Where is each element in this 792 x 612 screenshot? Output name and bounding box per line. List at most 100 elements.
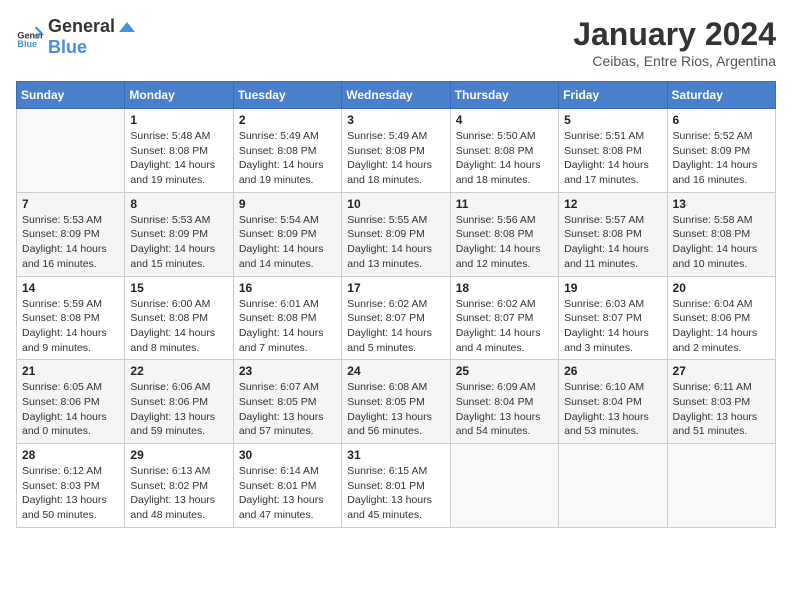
day-info: Sunrise: 6:01 AMSunset: 8:08 PMDaylight:… — [239, 297, 336, 356]
day-info: Sunrise: 6:02 AMSunset: 8:07 PMDaylight:… — [456, 297, 553, 356]
calendar-cell — [667, 444, 775, 528]
day-info: Sunrise: 6:13 AMSunset: 8:02 PMDaylight:… — [130, 464, 227, 523]
title-block: January 2024 Ceibas, Entre Rios, Argenti… — [573, 16, 776, 69]
day-info: Sunrise: 5:52 AMSunset: 8:09 PMDaylight:… — [673, 129, 770, 188]
day-info: Sunrise: 5:48 AMSunset: 8:08 PMDaylight:… — [130, 129, 227, 188]
day-number: 9 — [239, 197, 336, 211]
day-number: 25 — [456, 364, 553, 378]
day-info: Sunrise: 5:53 AMSunset: 8:09 PMDaylight:… — [130, 213, 227, 272]
calendar-cell: 13 Sunrise: 5:58 AMSunset: 8:08 PMDayligh… — [667, 192, 775, 276]
day-info: Sunrise: 5:55 AMSunset: 8:09 PMDaylight:… — [347, 213, 444, 272]
calendar-header-row: SundayMondayTuesdayWednesdayThursdayFrid… — [17, 82, 776, 109]
day-number: 20 — [673, 281, 770, 295]
day-header-friday: Friday — [559, 82, 667, 109]
calendar-cell: 29 Sunrise: 6:13 AMSunset: 8:02 PMDayligh… — [125, 444, 233, 528]
calendar-week-row: 21Sunrise: 6:05 AMSunset: 8:06 PMDayligh… — [17, 360, 776, 444]
calendar-cell: 19 Sunrise: 6:03 AMSunset: 8:07 PMDayligh… — [559, 276, 667, 360]
calendar-cell: 15Sunrise: 6:00 AMSunset: 8:08 PMDayligh… — [125, 276, 233, 360]
calendar-week-row: 28 Sunrise: 6:12 AMSunset: 8:03 PMDayligh… — [17, 444, 776, 528]
day-info: Sunrise: 5:54 AMSunset: 8:09 PMDaylight:… — [239, 213, 336, 272]
calendar-cell: 9 Sunrise: 5:54 AMSunset: 8:09 PMDaylight… — [233, 192, 341, 276]
day-number: 3 — [347, 113, 444, 127]
day-info: Sunrise: 6:09 AMSunset: 8:04 PMDaylight:… — [456, 380, 553, 439]
day-info: Sunrise: 5:58 AMSunset: 8:08 PMDaylight:… — [673, 213, 770, 272]
calendar-cell: 5Sunrise: 5:51 AMSunset: 8:08 PMDaylight… — [559, 109, 667, 193]
calendar-cell: 10 Sunrise: 5:55 AMSunset: 8:09 PMDayligh… — [342, 192, 450, 276]
day-number: 19 — [564, 281, 661, 295]
day-number: 30 — [239, 448, 336, 462]
day-number: 8 — [130, 197, 227, 211]
calendar-cell: 8 Sunrise: 5:53 AMSunset: 8:09 PMDaylight… — [125, 192, 233, 276]
calendar-cell: 1 Sunrise: 5:48 AMSunset: 8:08 PMDaylight… — [125, 109, 233, 193]
day-info: Sunrise: 5:59 AMSunset: 8:08 PMDaylight:… — [22, 297, 119, 356]
main-title: January 2024 — [573, 16, 776, 53]
day-info: Sunrise: 6:03 AMSunset: 8:07 PMDaylight:… — [564, 297, 661, 356]
calendar-cell: 23 Sunrise: 6:07 AMSunset: 8:05 PMDayligh… — [233, 360, 341, 444]
day-number: 31 — [347, 448, 444, 462]
day-number: 1 — [130, 113, 227, 127]
day-number: 2 — [239, 113, 336, 127]
day-header-saturday: Saturday — [667, 82, 775, 109]
calendar-cell — [450, 444, 558, 528]
calendar-cell — [559, 444, 667, 528]
calendar-cell: 16 Sunrise: 6:01 AMSunset: 8:08 PMDayligh… — [233, 276, 341, 360]
calendar-cell: 11 Sunrise: 5:56 AMSunset: 8:08 PMDayligh… — [450, 192, 558, 276]
day-number: 29 — [130, 448, 227, 462]
day-number: 26 — [564, 364, 661, 378]
day-number: 23 — [239, 364, 336, 378]
day-number: 11 — [456, 197, 553, 211]
day-number: 17 — [347, 281, 444, 295]
calendar-table: SundayMondayTuesdayWednesdayThursdayFrid… — [16, 81, 776, 528]
logo-icon: General Blue — [16, 23, 44, 51]
day-number: 24 — [347, 364, 444, 378]
day-info: Sunrise: 5:49 AMSunset: 8:08 PMDaylight:… — [239, 129, 336, 188]
day-info: Sunrise: 5:51 AMSunset: 8:08 PMDaylight:… — [564, 129, 661, 188]
calendar-cell: 14 Sunrise: 5:59 AMSunset: 8:08 PMDayligh… — [17, 276, 125, 360]
day-header-monday: Monday — [125, 82, 233, 109]
day-info: Sunrise: 6:15 AMSunset: 8:01 PMDaylight:… — [347, 464, 444, 523]
day-number: 22 — [130, 364, 227, 378]
calendar-cell: 26 Sunrise: 6:10 AMSunset: 8:04 PMDayligh… — [559, 360, 667, 444]
day-number: 28 — [22, 448, 119, 462]
calendar-cell: 25 Sunrise: 6:09 AMSunset: 8:04 PMDayligh… — [450, 360, 558, 444]
logo-general: General — [48, 16, 115, 37]
calendar-cell: 30Sunrise: 6:14 AMSunset: 8:01 PMDayligh… — [233, 444, 341, 528]
day-info: Sunrise: 6:04 AMSunset: 8:06 PMDaylight:… — [673, 297, 770, 356]
calendar-cell: 3 Sunrise: 5:49 AMSunset: 8:08 PMDaylight… — [342, 109, 450, 193]
calendar-cell: 18 Sunrise: 6:02 AMSunset: 8:07 PMDayligh… — [450, 276, 558, 360]
page-header: General Blue General Blue January 2024 C… — [16, 16, 776, 69]
day-header-thursday: Thursday — [450, 82, 558, 109]
day-info: Sunrise: 5:49 AMSunset: 8:08 PMDaylight:… — [347, 129, 444, 188]
day-info: Sunrise: 6:10 AMSunset: 8:04 PMDaylight:… — [564, 380, 661, 439]
calendar-cell: 17 Sunrise: 6:02 AMSunset: 8:07 PMDayligh… — [342, 276, 450, 360]
day-info: Sunrise: 6:12 AMSunset: 8:03 PMDaylight:… — [22, 464, 119, 523]
day-number: 14 — [22, 281, 119, 295]
day-info: Sunrise: 6:02 AMSunset: 8:07 PMDaylight:… — [347, 297, 444, 356]
day-info: Sunrise: 5:57 AMSunset: 8:08 PMDaylight:… — [564, 213, 661, 272]
day-number: 10 — [347, 197, 444, 211]
day-number: 21 — [22, 364, 119, 378]
day-number: 15 — [130, 281, 227, 295]
day-info: Sunrise: 5:56 AMSunset: 8:08 PMDaylight:… — [456, 213, 553, 272]
calendar-cell: 12 Sunrise: 5:57 AMSunset: 8:08 PMDayligh… — [559, 192, 667, 276]
day-number: 27 — [673, 364, 770, 378]
day-header-tuesday: Tuesday — [233, 82, 341, 109]
day-number: 4 — [456, 113, 553, 127]
day-number: 13 — [673, 197, 770, 211]
calendar-cell: 31 Sunrise: 6:15 AMSunset: 8:01 PMDayligh… — [342, 444, 450, 528]
day-number: 16 — [239, 281, 336, 295]
calendar-cell: 22 Sunrise: 6:06 AMSunset: 8:06 PMDayligh… — [125, 360, 233, 444]
calendar-cell — [17, 109, 125, 193]
day-info: Sunrise: 6:11 AMSunset: 8:03 PMDaylight:… — [673, 380, 770, 439]
svg-text:Blue: Blue — [17, 39, 37, 49]
calendar-cell: 2 Sunrise: 5:49 AMSunset: 8:08 PMDaylight… — [233, 109, 341, 193]
day-info: Sunrise: 6:06 AMSunset: 8:06 PMDaylight:… — [130, 380, 227, 439]
day-number: 18 — [456, 281, 553, 295]
logo: General Blue General Blue — [16, 16, 137, 58]
calendar-cell: 4Sunrise: 5:50 AMSunset: 8:08 PMDaylight… — [450, 109, 558, 193]
calendar-cell: 21Sunrise: 6:05 AMSunset: 8:06 PMDayligh… — [17, 360, 125, 444]
day-number: 7 — [22, 197, 119, 211]
day-info: Sunrise: 6:07 AMSunset: 8:05 PMDaylight:… — [239, 380, 336, 439]
day-info: Sunrise: 6:08 AMSunset: 8:05 PMDaylight:… — [347, 380, 444, 439]
day-number: 12 — [564, 197, 661, 211]
